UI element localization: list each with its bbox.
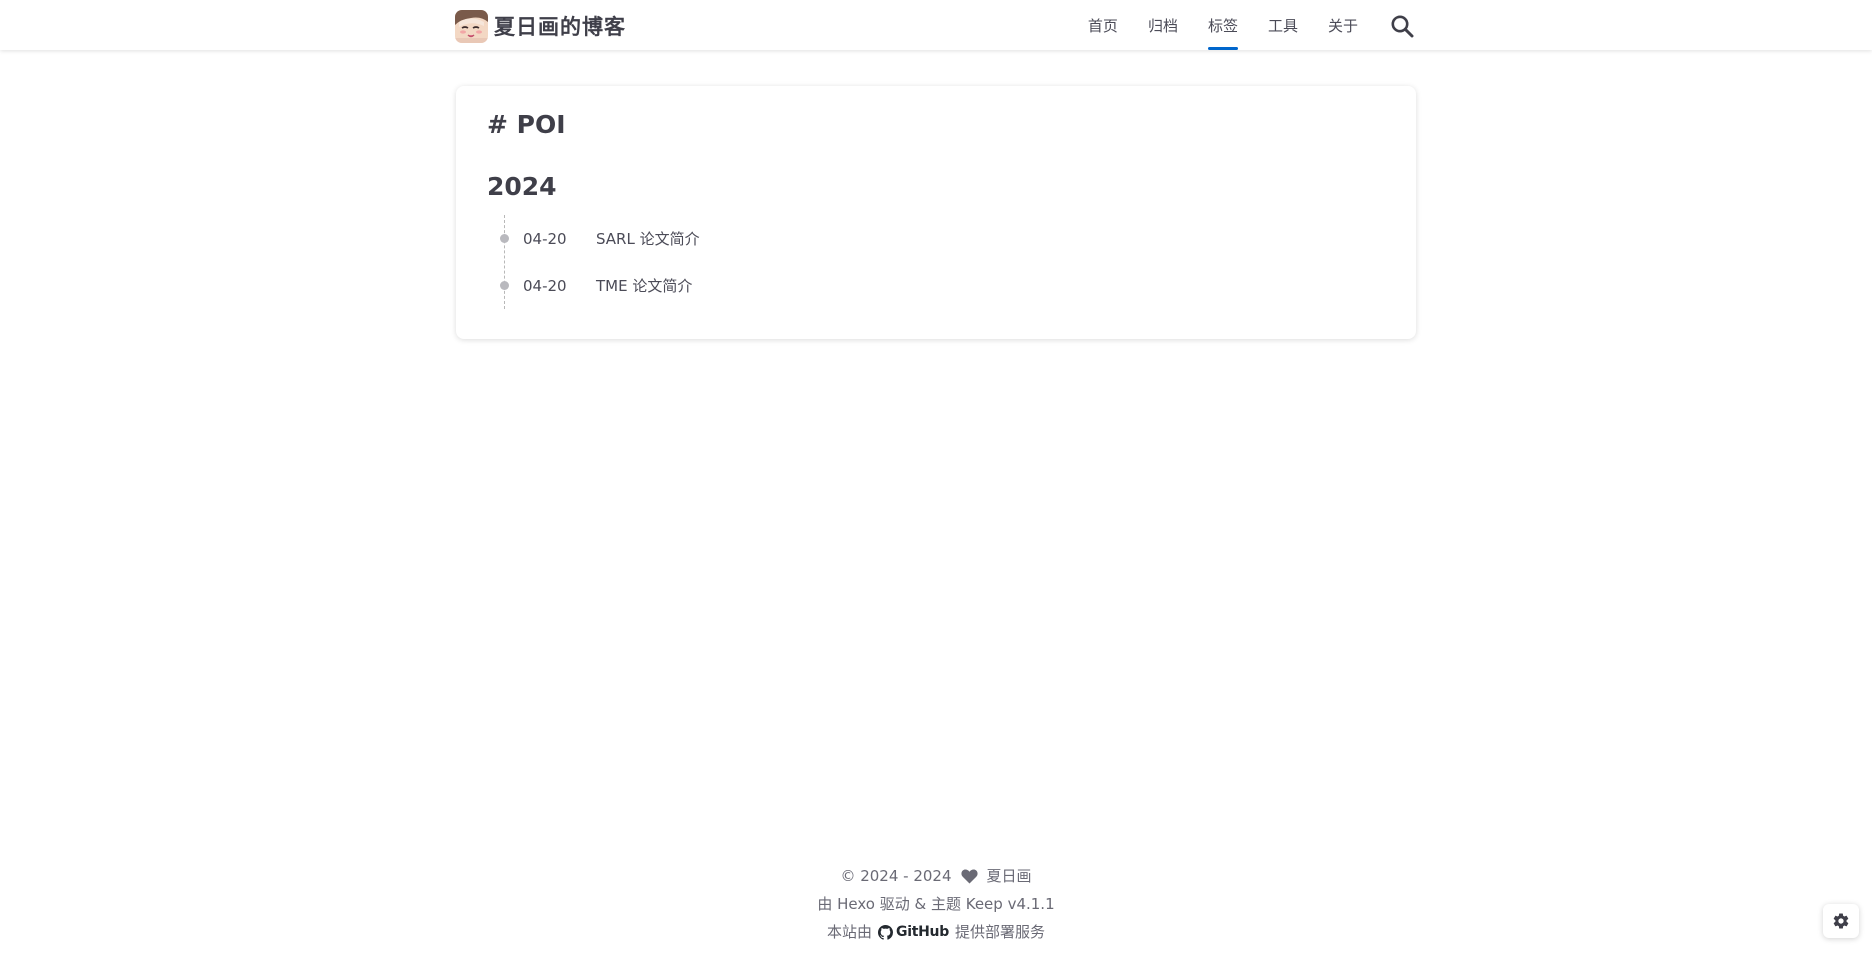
footer-hosting: 本站由 GitHub 提供部署服务 [0,918,1872,946]
tag-posts-card: # POI 2024 04-20 SARL 论文简介 04-20 TME 论文简… [456,86,1416,339]
main-nav: 首页 归档 标签 工具 关于 [1088,0,1416,50]
github-link[interactable]: GitHub [878,918,949,946]
footer-powered: 由 Hexo 驱动 & 主题 Keep v4.1.1 [0,890,1872,918]
powered-by-text: 由 Hexo 驱动 & 主题 Keep v4.1.1 [817,895,1055,913]
search-button[interactable] [1388,12,1416,40]
hosting-prefix: 本站由 [827,923,873,941]
timeline-dot [500,234,509,243]
post-title-link[interactable]: SARL 论文简介 [596,228,700,250]
post-date: 04-20 [523,277,567,295]
timeline-dot [500,281,509,290]
tag-title: # POI [487,110,566,139]
github-label: GitHub [896,924,949,940]
search-icon [1391,15,1414,38]
site-logo [455,9,488,43]
top-navbar: 夏日画的博客 首页 归档 标签 工具 关于 [0,0,1872,50]
site-footer: © 2024 - 2024 夏日画 由 Hexo 驱动 & 主题 Keep v4… [0,862,1872,946]
year-heading: 2024 [487,172,557,201]
nav-item-about[interactable]: 关于 [1328,0,1358,50]
heart-icon [960,869,978,884]
hosting-suffix: 提供部署服务 [954,923,1045,941]
gear-icon [1833,913,1849,929]
navbar-inner: 夏日画的博客 首页 归档 标签 工具 关于 [455,0,1416,50]
settings-button[interactable] [1823,904,1859,938]
nav-item-tools[interactable]: 工具 [1268,0,1298,50]
nav-item-home[interactable]: 首页 [1088,0,1118,50]
post-date: 04-20 [523,230,567,248]
copyright-text: © 2024 - 2024 [840,867,952,885]
nav-item-archives[interactable]: 归档 [1148,0,1178,50]
post-title-link[interactable]: TME 论文简介 [596,275,692,297]
nav-item-tags[interactable]: 标签 [1207,0,1238,50]
post-timeline: 04-20 SARL 论文简介 04-20 TME 论文简介 [500,215,1104,309]
footer-author: 夏日画 [986,867,1032,885]
github-icon [878,924,894,940]
footer-copyright: © 2024 - 2024 夏日画 [0,862,1872,890]
site-title: 夏日画的博客 [494,15,626,39]
site-brand-link[interactable]: 夏日画的博客 [455,9,626,43]
